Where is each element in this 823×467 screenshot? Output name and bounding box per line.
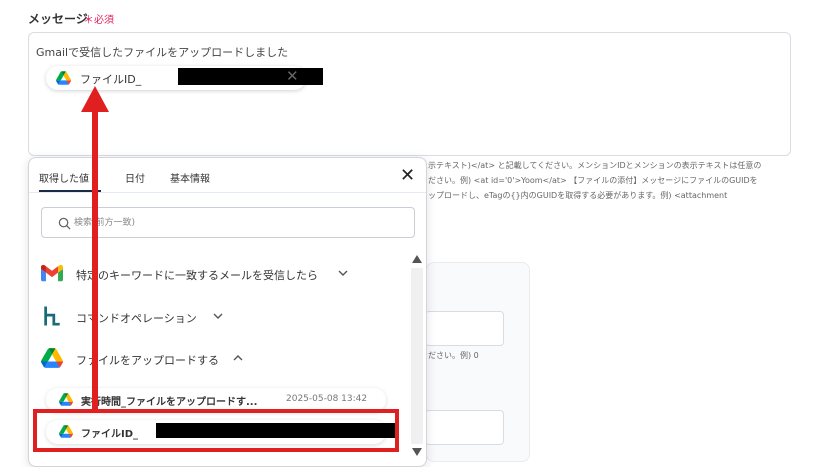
group-label: 特定のキーワードに一致するメールを受信したら <box>76 269 318 282</box>
required-star: ＊ <box>83 13 94 26</box>
redacted-value <box>178 68 323 85</box>
google-drive-icon <box>56 71 71 85</box>
chevron-down-icon <box>338 270 348 276</box>
required-badge: ＊必須 <box>83 11 114 27</box>
highlight-box <box>33 409 399 452</box>
search-input[interactable] <box>74 215 404 231</box>
help-line: ップロードし、eTagの{}内のGUIDを取得する必要があります。例) <att… <box>428 191 728 200</box>
background-note: ださい。例) 0 <box>428 351 479 360</box>
message-text: Gmailで受信したファイルをアップロードしました <box>36 46 289 59</box>
google-drive-icon <box>41 348 63 368</box>
item-label: 実行時間_ファイルをアップロードす... <box>81 397 258 408</box>
search-icon <box>58 217 71 230</box>
background-input[interactable] <box>425 410 504 445</box>
message-field-label: メッセージ <box>28 12 88 26</box>
tab-basic-info[interactable]: 基本情報 <box>170 170 210 185</box>
tab-divider <box>29 192 426 193</box>
group-gmail-trigger[interactable]: 特定のキーワードに一致するメールを受信したら <box>41 261 371 287</box>
chevron-up-icon <box>233 355 243 361</box>
group-command-operation[interactable]: コマンドオペレーション <box>41 304 241 330</box>
google-drive-icon <box>59 393 73 406</box>
scrollbar-track[interactable] <box>411 268 423 444</box>
item-date: 2025-05-08 13:42 <box>286 394 368 404</box>
group-file-upload[interactable]: ファイルをアップロードする <box>41 346 251 372</box>
chip-label: ファイルID_ <box>80 73 142 86</box>
gmail-icon <box>41 264 63 282</box>
chevron-down-icon <box>213 313 223 319</box>
scroll-up-arrow-icon[interactable] <box>412 255 422 263</box>
scroll-down-arrow-icon[interactable] <box>412 448 422 456</box>
background-input[interactable] <box>425 311 504 346</box>
file-id-variable-chip[interactable]: ファイルID_ ✕ <box>46 66 323 90</box>
required-text: 必須 <box>94 15 114 26</box>
tab-acquired-values[interactable]: 取得した値 <box>39 170 89 185</box>
tab-date[interactable]: 日付 <box>125 170 145 185</box>
help-line: ださい。例) <at id='0'>Yoom</at> 【ファイルの添付】メッセ… <box>428 176 758 185</box>
search-box[interactable] <box>41 207 415 238</box>
help-line: 示テキスト)</at> と記載してください。メンションIDとメンションの表示テキ… <box>428 161 762 170</box>
chip-remove-icon[interactable]: ✕ <box>286 69 299 84</box>
group-label: ファイルをアップロードする <box>76 354 219 367</box>
help-text: 示テキスト)</at> と記載してください。メンションIDとメンションの表示テキ… <box>428 158 798 203</box>
close-icon[interactable]: ✕ <box>400 167 415 185</box>
group-label: コマンドオペレーション <box>76 312 197 325</box>
command-operation-icon <box>44 306 60 326</box>
